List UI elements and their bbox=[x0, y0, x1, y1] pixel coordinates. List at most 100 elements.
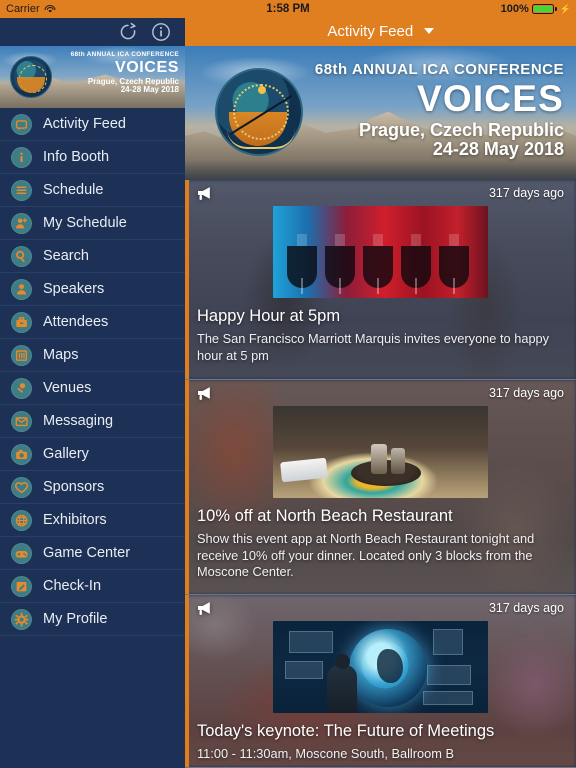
nav-title: Activity Feed bbox=[327, 23, 414, 40]
sidebar-menu: Activity Feed Info Booth Schedule My Sch… bbox=[0, 108, 185, 636]
map-book-icon bbox=[11, 344, 32, 366]
megaphone-icon bbox=[197, 601, 214, 616]
card-body-text: The San Francisco Marriott Marquis invit… bbox=[197, 331, 550, 363]
main-content: 68th ANNUAL ICA CONFERENCE VOICES Prague… bbox=[185, 46, 576, 768]
status-bar-time: 1:58 PM bbox=[266, 3, 310, 15]
main-nav-bar: Activity Feed bbox=[185, 18, 576, 46]
sidebar-item-label: Activity Feed bbox=[43, 116, 126, 132]
sidebar-item-label: Sponsors bbox=[43, 479, 105, 495]
sidebar-item-label: Attendees bbox=[43, 314, 109, 330]
logo-dot-shape bbox=[258, 86, 266, 94]
speech-bubble-icon bbox=[11, 113, 32, 135]
briefcase-icon bbox=[11, 311, 32, 333]
megaphone-icon bbox=[197, 386, 214, 401]
sidebar-item-attendees[interactable]: Attendees bbox=[0, 306, 185, 339]
sidebar-item-messaging[interactable]: Messaging bbox=[0, 405, 185, 438]
card-timestamp: 317 days ago bbox=[488, 386, 564, 400]
activity-feed-card[interactable]: 317 days ago 10% off at North Beach Rest… bbox=[185, 380, 576, 595]
card-timestamp: 317 days ago bbox=[488, 186, 564, 200]
pin-icon bbox=[11, 377, 32, 399]
person-plus-icon bbox=[11, 212, 32, 234]
ica-prague-logo-icon bbox=[215, 68, 303, 156]
hero-line2: VOICES bbox=[416, 77, 564, 119]
sidebar-item-label: Search bbox=[43, 248, 89, 264]
sidebar-nav-bar bbox=[0, 18, 185, 46]
megaphone-icon bbox=[197, 186, 214, 201]
sidebar-item-info-booth[interactable]: Info Booth bbox=[0, 141, 185, 174]
globe-grid-icon bbox=[11, 509, 32, 531]
card-title: Happy Hour at 5pm bbox=[197, 307, 341, 325]
hero-conference-banner[interactable]: 68th ANNUAL ICA CONFERENCE VOICES Prague… bbox=[185, 46, 576, 180]
info-icon bbox=[11, 146, 32, 168]
card-thumbnail[interactable] bbox=[273, 621, 488, 713]
envelope-icon bbox=[11, 410, 32, 432]
sidebar-item-my-schedule[interactable]: My Schedule bbox=[0, 207, 185, 240]
sidebar-item-label: Exhibitors bbox=[43, 512, 107, 528]
sidebar-banner-line4: 24-28 May 2018 bbox=[120, 84, 179, 94]
sidebar-item-exhibitors[interactable]: Exhibitors bbox=[0, 504, 185, 537]
sidebar-item-label: Schedule bbox=[43, 182, 104, 198]
heart-icon bbox=[11, 476, 32, 498]
clipboard-pencil-icon bbox=[11, 575, 32, 597]
list-lines-icon bbox=[11, 179, 32, 201]
sidebar-item-label: Info Booth bbox=[43, 149, 110, 165]
hero-bottom-shade bbox=[185, 160, 576, 180]
sidebar-item-label: My Schedule bbox=[43, 215, 127, 231]
card-body-text: Show this event app at North Beach Resta… bbox=[197, 531, 535, 580]
sidebar-item-label: Gallery bbox=[43, 446, 89, 462]
hero-banner-text: 68th ANNUAL ICA CONFERENCE VOICES Prague… bbox=[315, 62, 564, 159]
status-bar-right: 100% ⚡ bbox=[501, 3, 571, 15]
status-bar: Carrier 1:58 PM 100% ⚡ bbox=[0, 0, 576, 18]
sidebar-item-gallery[interactable]: Gallery bbox=[0, 438, 185, 471]
activity-feed-list: 317 days ago Happy Hour at 5pm The San F… bbox=[185, 180, 576, 768]
sidebar-item-maps[interactable]: Maps bbox=[0, 339, 185, 372]
sidebar-item-my-profile[interactable]: My Profile bbox=[0, 603, 185, 636]
sidebar-item-game-center[interactable]: Game Center bbox=[0, 537, 185, 570]
card-thumbnail[interactable] bbox=[273, 406, 488, 498]
ica-prague-logo-icon bbox=[10, 56, 52, 98]
card-title: 10% off at North Beach Restaurant bbox=[197, 507, 453, 525]
sidebar-banner-line1: 68th ANNUAL ICA CONFERENCE bbox=[70, 51, 179, 58]
card-thumbnail[interactable] bbox=[273, 206, 488, 298]
magnifier-icon bbox=[11, 245, 32, 267]
activity-feed-card[interactable]: 317 days ago Happy Hour at 5pm The San F… bbox=[185, 180, 576, 380]
sidebar-item-venues[interactable]: Venues bbox=[0, 372, 185, 405]
card-title: Today's keynote: The Future of Meetings bbox=[197, 722, 495, 740]
sidebar-item-sponsors[interactable]: Sponsors bbox=[0, 471, 185, 504]
sidebar-banner-text: 68th ANNUAL ICA CONFERENCE VOICES Prague… bbox=[70, 51, 179, 94]
sidebar-item-schedule[interactable]: Schedule bbox=[0, 174, 185, 207]
battery-percent-label: 100% bbox=[500, 3, 529, 15]
card-timestamp: 317 days ago bbox=[488, 601, 564, 615]
sidebar-item-label: Maps bbox=[43, 347, 79, 363]
battery-full-icon bbox=[531, 4, 554, 14]
person-icon bbox=[11, 278, 32, 300]
logo-arc-shape bbox=[227, 129, 295, 149]
info-circle-icon[interactable] bbox=[151, 22, 171, 42]
sidebar-item-check-in[interactable]: Check-In bbox=[0, 570, 185, 603]
camera-icon bbox=[11, 443, 32, 465]
sidebar: 68th ANNUAL ICA CONFERENCE VOICES Prague… bbox=[0, 46, 185, 768]
sidebar-banner-line2: VOICES bbox=[114, 58, 179, 76]
activity-feed-dropdown[interactable]: Activity Feed bbox=[327, 23, 434, 41]
gear-icon bbox=[11, 608, 32, 630]
sidebar-item-label: Game Center bbox=[43, 545, 131, 561]
sidebar-item-activity-feed[interactable]: Activity Feed bbox=[0, 108, 185, 141]
hero-line3: Prague, Czech Republic bbox=[358, 120, 564, 141]
chevron-down-icon bbox=[423, 28, 434, 34]
hero-line4: 24-28 May 2018 bbox=[432, 139, 564, 160]
sidebar-item-speakers[interactable]: Speakers bbox=[0, 273, 185, 306]
sidebar-conference-banner[interactable]: 68th ANNUAL ICA CONFERENCE VOICES Prague… bbox=[0, 46, 185, 108]
sidebar-item-label: Speakers bbox=[43, 281, 105, 297]
refresh-icon[interactable] bbox=[118, 22, 138, 42]
battery-cap-icon bbox=[554, 7, 557, 11]
sidebar-item-label: Venues bbox=[43, 380, 92, 396]
bolt-icon: ⚡ bbox=[559, 3, 571, 14]
sidebar-item-label: My Profile bbox=[43, 611, 108, 627]
hero-line1: 68th ANNUAL ICA CONFERENCE bbox=[314, 61, 564, 78]
sidebar-item-label: Messaging bbox=[43, 413, 114, 429]
sidebar-item-search[interactable]: Search bbox=[0, 240, 185, 273]
sidebar-item-label: Check-In bbox=[43, 578, 102, 594]
card-body-text: 11:00 - 11:30am, Moscone South, Ballroom… bbox=[197, 746, 455, 761]
gamepad-icon bbox=[11, 542, 32, 564]
activity-feed-card[interactable]: 317 days ago Today's keynote: The Future… bbox=[185, 595, 576, 768]
